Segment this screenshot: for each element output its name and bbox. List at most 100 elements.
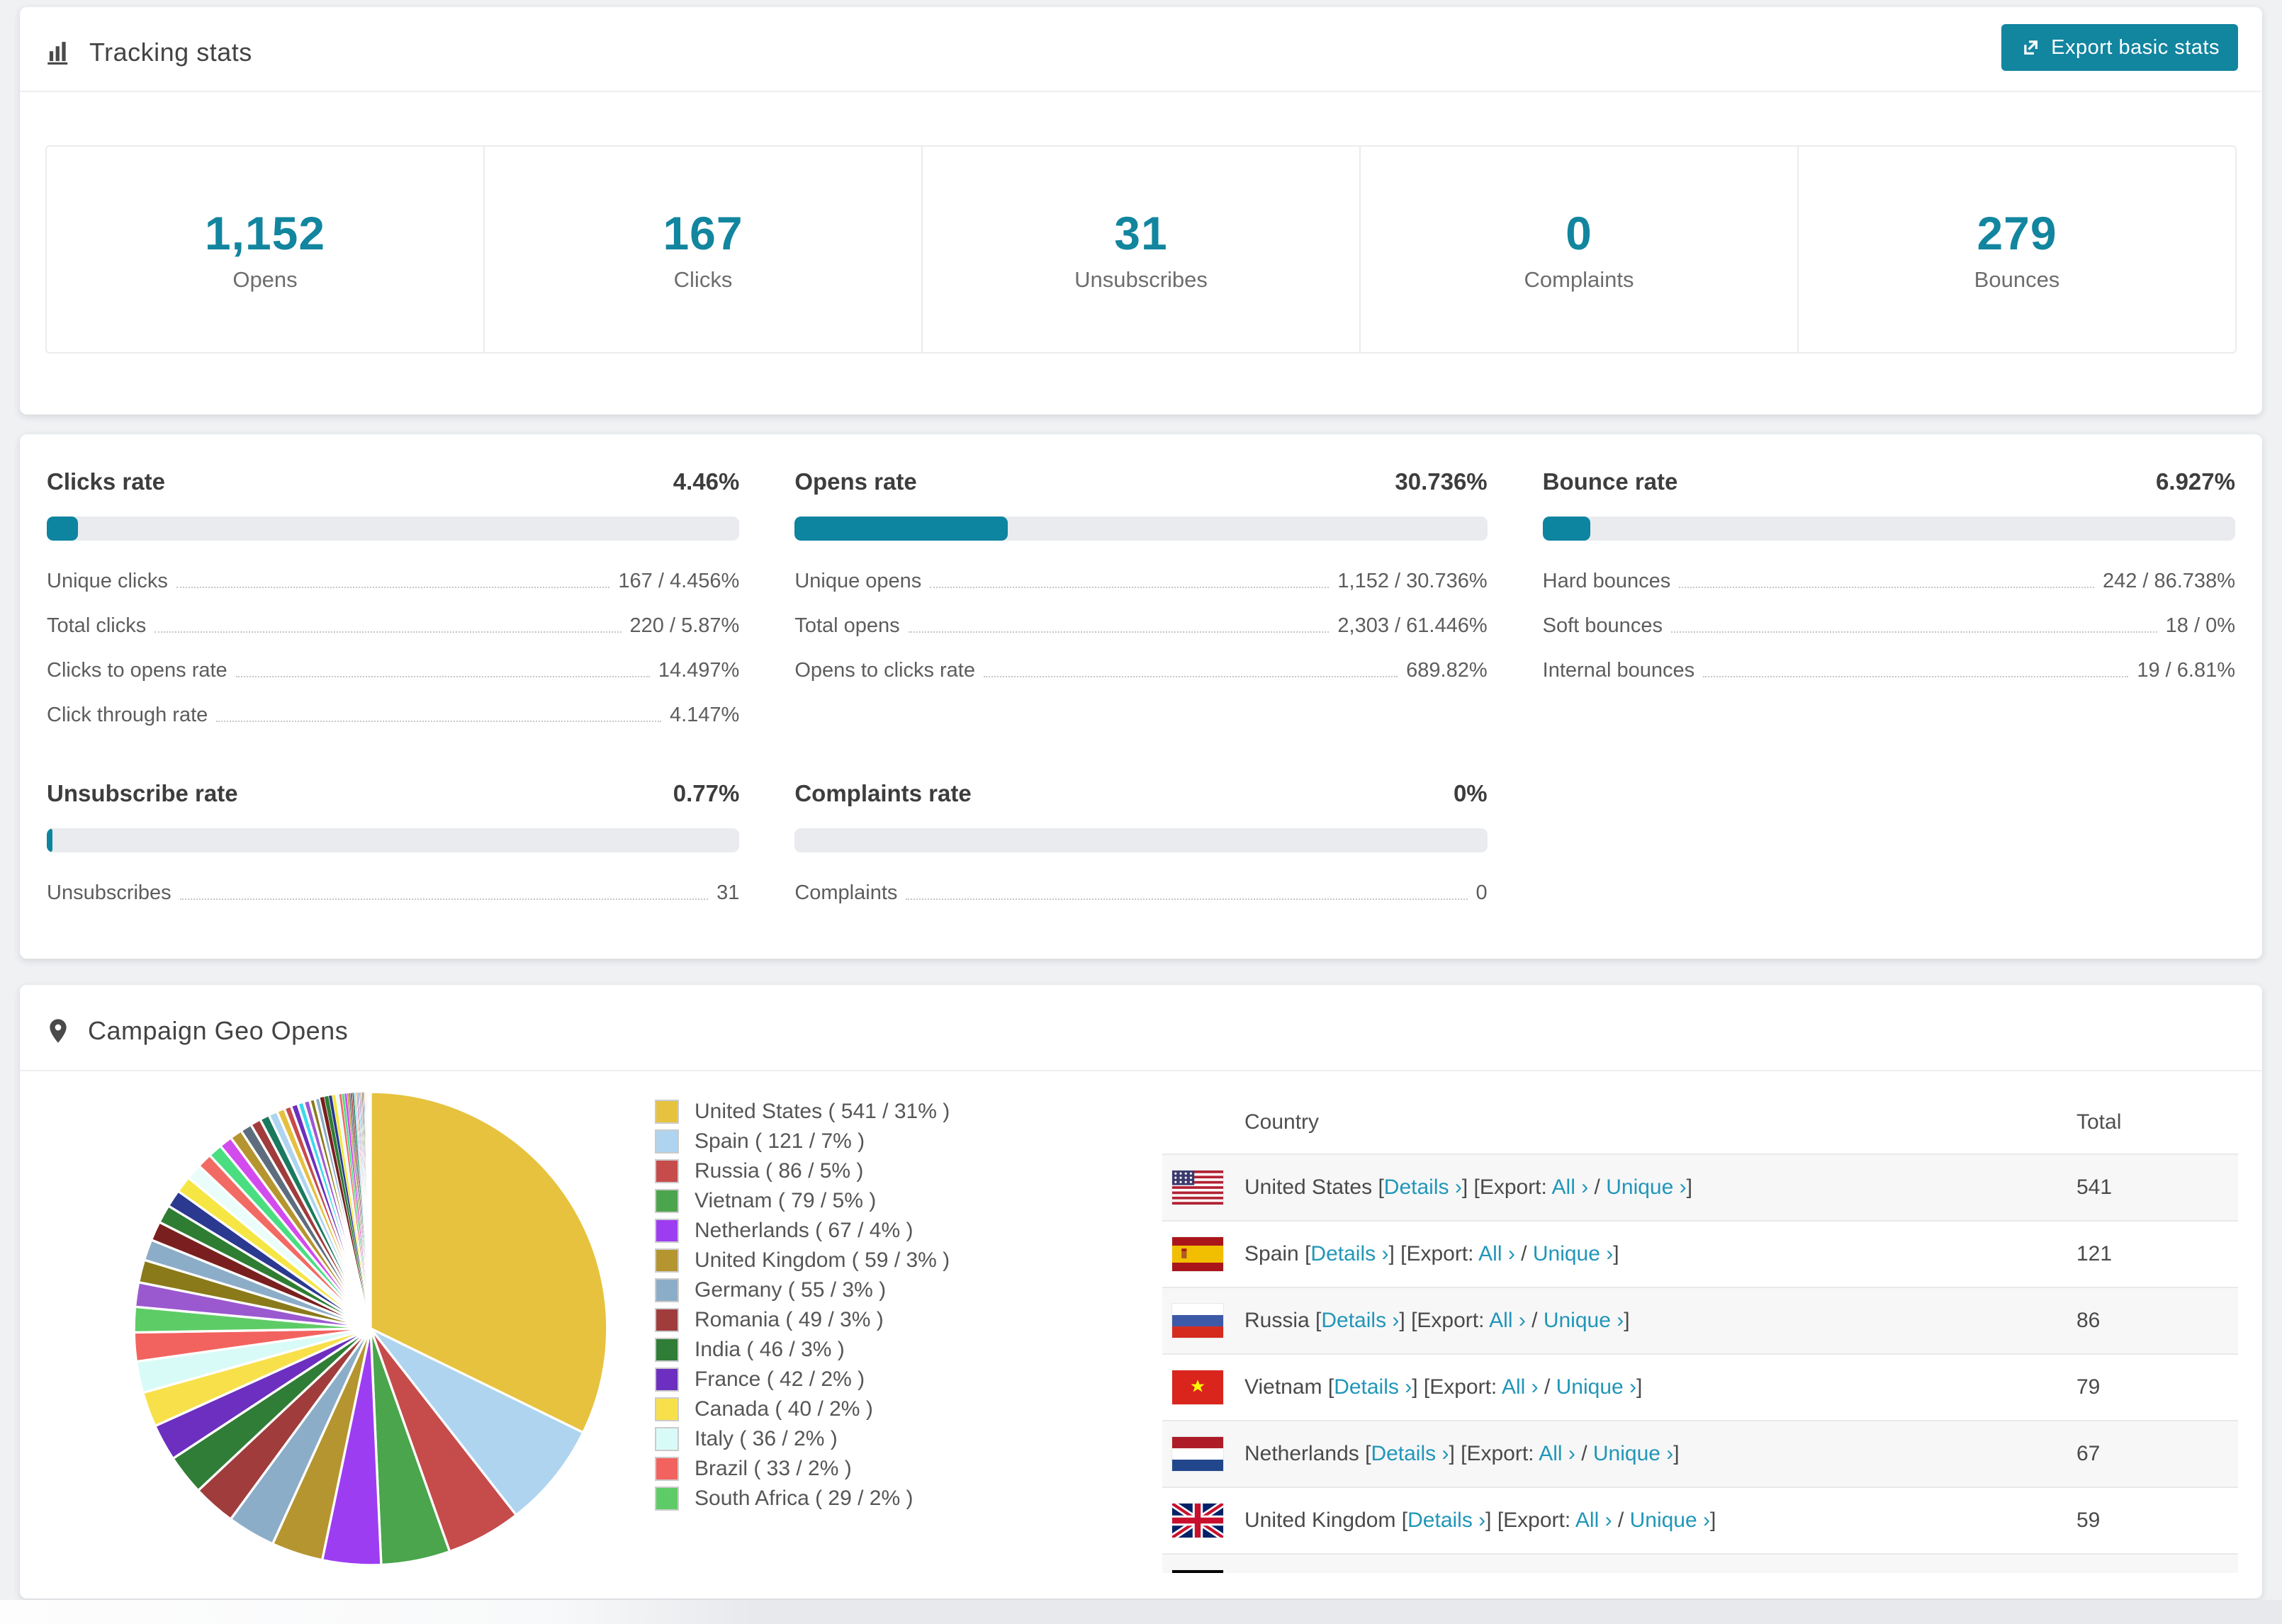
export-unique-link[interactable]: Unique › <box>1606 1175 1686 1199</box>
dotted-leader <box>930 587 1330 588</box>
tracking-stats-header: Tracking stats Export basic stats <box>20 7 2262 92</box>
stat-label: Complaints <box>1524 267 1634 292</box>
dotted-leader <box>1703 676 2129 677</box>
complaints-rate-title: Complaints rate <box>794 780 972 806</box>
stat-cell-opens: 1,152 Opens <box>47 147 483 352</box>
export-all-link[interactable]: All › <box>1502 1375 1539 1399</box>
campaign-geo-opens-card: Campaign Geo Opens United States ( 541 /… <box>20 985 2262 1598</box>
export-unique-link[interactable]: Unique › <box>1556 1375 1636 1399</box>
link-separator: / <box>1525 1309 1544 1332</box>
geo-table: Country Total United States [Details ›] … <box>1162 1091 2238 1573</box>
geo-table-row-netherlands: Netherlands [Details ›] [Export: All › /… <box>1162 1420 2238 1487</box>
clicks-rate-progress-fill <box>47 517 78 541</box>
opens-rate-progress-fill <box>794 517 1008 541</box>
dotted-leader <box>179 898 709 900</box>
export-basic-stats-button[interactable]: Export basic stats <box>2001 24 2238 71</box>
rate-detail-label: Soft bounces <box>1542 614 1663 637</box>
legend-item-united-states[interactable]: United States ( 541 / 31% ) <box>655 1097 950 1127</box>
rate-detail-label: Hard bounces <box>1542 570 1671 592</box>
page-title: Tracking stats <box>89 38 252 67</box>
flag-es-icon <box>1172 1237 1223 1271</box>
rate-detail-value: 19 / 6.81% <box>2137 659 2235 682</box>
legend-item-canada[interactable]: Canada ( 40 / 2% ) <box>655 1394 950 1424</box>
export-all-link[interactable]: All › <box>1552 1175 1589 1199</box>
export-label: ] [Export: <box>1399 1309 1490 1332</box>
flag-de-icon <box>1172 1570 1223 1573</box>
legend-label: Russia ( 86 / 5% ) <box>695 1159 864 1183</box>
legend-item-romania[interactable]: Romania ( 49 / 3% ) <box>655 1305 950 1335</box>
details-link[interactable]: Details › <box>1384 1175 1462 1199</box>
link-separator: / <box>1588 1175 1607 1199</box>
dotted-leader <box>176 587 610 588</box>
rate-detail-row: Total opens 2,303 / 61.446% <box>794 604 1487 648</box>
bracket-close: ] <box>1673 1442 1680 1465</box>
pie-svg <box>133 1090 609 1567</box>
legend-item-vietnam[interactable]: Vietnam ( 79 / 5% ) <box>655 1186 950 1216</box>
legend-item-south-africa[interactable]: South Africa ( 29 / 2% ) <box>655 1484 950 1513</box>
opens-rate-block: Opens rate 30.736% Unique opens 1,152 / 30.… <box>794 468 1488 738</box>
legend-label: Italy ( 36 / 2% ) <box>695 1427 838 1450</box>
rate-detail-label: Clicks to opens rate <box>47 659 227 682</box>
clicks-rate-title: Clicks rate <box>47 468 165 495</box>
export-unique-link[interactable]: Unique › <box>1593 1442 1673 1465</box>
country-name: United States [ <box>1244 1175 1384 1199</box>
details-link[interactable]: Details › <box>1334 1375 1412 1399</box>
rate-detail-row: Unique opens 1,152 / 30.736% <box>794 559 1487 604</box>
export-all-link[interactable]: All › <box>1478 1242 1515 1265</box>
rate-detail-row: Unsubscribes 31 <box>47 871 739 915</box>
total-cell: 67 <box>2076 1442 2101 1465</box>
legend-item-india[interactable]: India ( 46 / 3% ) <box>655 1335 950 1365</box>
details-link[interactable]: Details › <box>1407 1509 1485 1532</box>
stat-cell-complaints: 0 Complaints <box>1359 147 1797 352</box>
legend-label: Germany ( 55 / 3% ) <box>695 1278 887 1302</box>
dotted-leader <box>154 631 622 633</box>
export-unique-link[interactable]: Unique › <box>1544 1309 1624 1332</box>
details-link[interactable]: Details › <box>1321 1309 1399 1332</box>
rate-detail-value: 2,303 / 61.446% <box>1337 614 1488 637</box>
legend-swatch <box>655 1308 679 1332</box>
stat-label: Opens <box>232 267 298 292</box>
export-unique-link[interactable]: Unique › <box>1630 1509 1710 1532</box>
flag-ru-icon <box>1172 1304 1223 1338</box>
legend-item-france[interactable]: France ( 42 / 2% ) <box>655 1365 950 1394</box>
rate-detail-label: Total opens <box>794 614 900 637</box>
country-cell: United States [Details ›] [Export: All ›… <box>1244 1175 1692 1200</box>
details-link[interactable]: Details › <box>1371 1442 1449 1465</box>
rate-detail-row: Hard bounces 242 / 86.738% <box>1543 559 2235 604</box>
legend-item-united-kingdom[interactable]: United Kingdom ( 59 / 3% ) <box>655 1246 950 1275</box>
geo-pie-chart <box>126 1084 615 1573</box>
legend-item-brazil[interactable]: Brazil ( 33 / 2% ) <box>655 1454 950 1484</box>
total-cell: 121 <box>2076 1242 2113 1265</box>
stat-value: 279 <box>1977 207 2057 259</box>
rate-detail-label: Complaints <box>794 881 898 904</box>
details-link[interactable]: Details › <box>1310 1242 1388 1265</box>
complaints-rate-progressbar <box>794 828 1488 852</box>
export-unique-link[interactable]: Unique › <box>1533 1242 1613 1265</box>
legend-item-netherlands[interactable]: Netherlands ( 67 / 4% ) <box>655 1216 950 1246</box>
rate-detail-row: Internal bounces 19 / 6.81% <box>1543 648 2235 693</box>
export-all-link[interactable]: All › <box>1489 1309 1526 1332</box>
legend-swatch <box>655 1278 679 1302</box>
country-name: Spain [ <box>1244 1242 1311 1265</box>
legend-item-germany[interactable]: Germany ( 55 / 3% ) <box>655 1275 950 1305</box>
legend-label: France ( 42 / 2% ) <box>695 1368 865 1391</box>
link-separator: / <box>1612 1509 1630 1532</box>
legend-item-italy[interactable]: Italy ( 36 / 2% ) <box>655 1424 950 1454</box>
export-all-link[interactable]: All › <box>1575 1509 1612 1532</box>
export-all-link[interactable]: All › <box>1539 1442 1575 1465</box>
unsubscribe-rate-title: Unsubscribe rate <box>47 780 238 806</box>
legend-swatch <box>655 1427 679 1451</box>
stat-value: 0 <box>1566 207 1592 259</box>
legend-label: Netherlands ( 67 / 4% ) <box>695 1219 914 1242</box>
geo-table-row-vietnam: Vietnam [Details ›] [Export: All › / Uni… <box>1162 1353 2238 1420</box>
legend-label: India ( 46 / 3% ) <box>695 1338 845 1361</box>
rate-detail-value: 167 / 4.456% <box>618 570 740 592</box>
export-label: ] [Export: <box>1461 1175 1552 1199</box>
legend-item-spain[interactable]: Spain ( 121 / 7% ) <box>655 1127 950 1156</box>
legend-item-russia[interactable]: Russia ( 86 / 5% ) <box>655 1156 950 1186</box>
stat-cell-bounces: 279 Bounces <box>1797 147 2235 352</box>
bar-chart-icon <box>44 38 74 67</box>
bounce-rate-value: 6.927% <box>2156 468 2235 495</box>
rate-detail-row: Complaints 0 <box>794 871 1487 915</box>
horizontal-scrollbar-track[interactable] <box>0 1600 2282 1624</box>
